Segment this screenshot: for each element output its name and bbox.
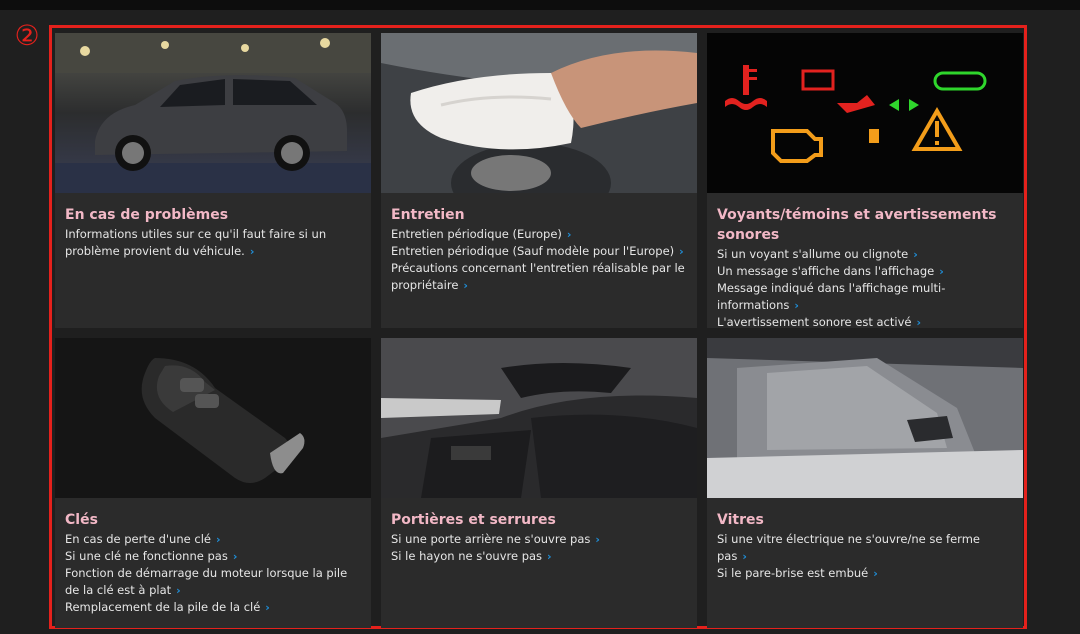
suv-car-image[interactable] [55, 33, 371, 193]
chevron-right-icon[interactable]: › [873, 567, 878, 580]
card-warning-lights: Voyants/témoins et avertissements sonore… [707, 33, 1023, 328]
chevron-right-icon[interactable]: › [233, 550, 238, 563]
card-problems: En cas de problèmes Informations utiles … [55, 33, 371, 328]
chevron-right-icon[interactable]: › [176, 584, 181, 597]
chevron-right-icon[interactable]: › [463, 279, 468, 292]
chevron-right-icon[interactable]: › [595, 533, 600, 546]
card-keys: Clés En cas de perte d'une clé › Si une c… [55, 338, 371, 628]
card-windows: Vitres Si une vitre électrique ne s'ouvr… [707, 338, 1023, 628]
link-item[interactable]: Si une clé ne fonctionne pas › [65, 548, 361, 565]
link-item[interactable]: Remplacement de la pile de la clé › [65, 599, 361, 616]
card-title: En cas de problèmes [65, 207, 229, 223]
chevron-right-icon[interactable]: › [794, 299, 799, 312]
card-title: Vitres [717, 512, 764, 528]
card-maintenance: Entretien Entretien périodique (Europe) ›… [381, 33, 697, 328]
smart-key-image[interactable] [55, 338, 371, 498]
side-window-image[interactable] [707, 338, 1023, 498]
door-interior-image[interactable] [381, 338, 697, 498]
link-item[interactable]: Si un voyant s'allume ou clignote › [717, 246, 1013, 263]
link-item[interactable]: Si le pare-brise est embué › [717, 565, 1013, 582]
chevron-right-icon[interactable]: › [567, 228, 572, 241]
card-title: Entretien [391, 207, 465, 223]
warning-lights-image[interactable] [707, 33, 1023, 193]
chevron-right-icon[interactable]: › [916, 316, 921, 328]
link-item[interactable]: En cas de perte d'une clé › [65, 531, 361, 548]
card-title: Voyants/témoins et avertissements sonore… [717, 207, 997, 243]
chevron-right-icon[interactable]: › [742, 550, 747, 563]
link-item[interactable]: Précautions concernant l'entretien réali… [391, 260, 687, 294]
link-item[interactable]: Si une vitre électrique ne s'ouvre/ne se… [717, 531, 1013, 565]
chevron-right-icon[interactable]: › [939, 265, 944, 278]
chevron-right-icon[interactable]: › [547, 550, 552, 563]
chevron-right-icon[interactable]: › [679, 245, 684, 258]
link-item[interactable]: Un message s'affiche dans l'affichage › [717, 263, 1013, 280]
link-item[interactable]: Fonction de démarrage du moteur lorsque … [65, 565, 361, 599]
link-item[interactable]: Entretien périodique (Europe) › [391, 226, 687, 243]
card-title: Clés [65, 512, 98, 528]
chevron-right-icon[interactable]: › [250, 245, 255, 258]
link-item[interactable]: Entretien périodique (Sauf modèle pour l… [391, 243, 687, 260]
card-doors-locks: Portières et serrures Si une porte arriè… [381, 338, 697, 628]
chevron-right-icon[interactable]: › [216, 533, 221, 546]
link-item[interactable]: Informations utiles sur ce qu'il faut fa… [65, 226, 361, 260]
link-item[interactable]: Message indiqué dans l'affichage multi-i… [717, 280, 1013, 314]
top-bar [0, 0, 1080, 10]
chevron-right-icon[interactable]: › [265, 601, 270, 614]
link-item[interactable]: L'avertissement sonore est activé › [717, 314, 1013, 328]
link-item[interactable]: Si une porte arrière ne s'ouvre pas › [391, 531, 687, 548]
cleaning-dashboard-image[interactable] [381, 33, 697, 193]
link-item[interactable]: Si le hayon ne s'ouvre pas › [391, 548, 687, 565]
card-grid: En cas de problèmes Informations utiles … [55, 33, 1025, 628]
chevron-right-icon[interactable]: › [913, 248, 918, 261]
card-title: Portières et serrures [391, 512, 556, 528]
step-marker: ② [14, 19, 40, 52]
